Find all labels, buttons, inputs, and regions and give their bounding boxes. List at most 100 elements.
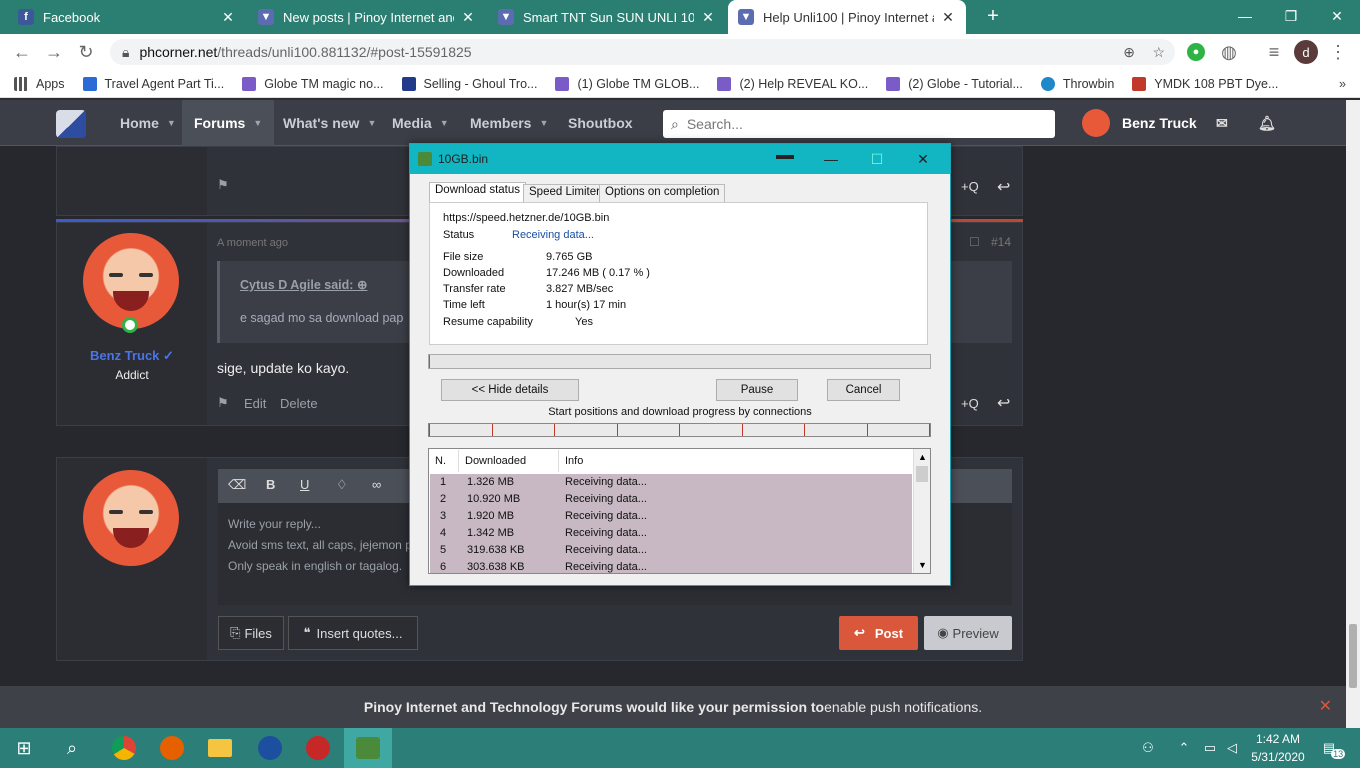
bookmark-item[interactable]: Travel Agent Part Ti... <box>82 76 224 91</box>
bold-icon[interactable]: B <box>266 477 275 492</box>
minimize-button[interactable]: — <box>1222 0 1268 32</box>
report-icon[interactable]: ⚑ <box>217 177 229 193</box>
close-icon[interactable]: ✕ <box>1319 696 1332 716</box>
quote-multi-button[interactable]: +Q <box>961 396 979 411</box>
idm-taskbar-icon[interactable] <box>344 728 392 768</box>
nav-shoutbox[interactable]: Shoutbox <box>556 100 645 146</box>
extension-globe-icon[interactable]: ◍ <box>1217 40 1241 64</box>
column-header-n[interactable]: N. <box>429 450 459 472</box>
connection-row[interactable]: 1 1.326 MB Receiving data... <box>430 474 912 491</box>
connection-row[interactable]: 6 303.638 KB Receiving data... <box>430 559 912 573</box>
scroll-down-icon[interactable]: ▼ <box>914 557 930 573</box>
color-drop-icon[interactable]: ♢ <box>336 477 348 493</box>
close-tab-icon[interactable]: ✕ <box>700 9 716 26</box>
preview-button[interactable]: ◉ Preview <box>924 616 1012 650</box>
chrome-icon[interactable] <box>100 728 148 768</box>
bookmark-item[interactable]: Globe TM magic no... <box>242 76 384 91</box>
page-scrollbar[interactable] <box>1346 100 1360 728</box>
hide-details-button[interactable]: << Hide details <box>441 379 579 401</box>
post-reply-button[interactable]: ↩ Post <box>839 616 918 650</box>
minimize-button[interactable]: — <box>808 144 854 174</box>
reply-icon[interactable]: ↩ <box>997 177 1010 197</box>
nav-home[interactable]: Home ▼ <box>108 100 188 146</box>
nav-media[interactable]: Media ▼ <box>380 100 461 146</box>
close-tab-icon[interactable]: ✕ <box>220 9 236 26</box>
author-name[interactable]: Benz Truck ✓ <box>57 348 207 364</box>
tab-facebook[interactable]: f Facebook ✕ <box>8 0 246 34</box>
close-tab-icon[interactable]: ✕ <box>940 9 956 26</box>
forward-icon[interactable]: → <box>42 40 66 64</box>
scroll-up-icon[interactable]: ▲ <box>914 449 930 465</box>
media-control-icon[interactable]: ≡ <box>1262 40 1286 64</box>
link-icon[interactable]: ∞ <box>372 477 381 492</box>
report-icon[interactable]: ⚑ <box>217 395 229 411</box>
bookmark-apps[interactable]: Apps <box>14 76 65 91</box>
back-icon[interactable]: ← <box>10 40 34 64</box>
tab-smart-tnt[interactable]: ▼ Smart TNT Sun SUN UNLI 100, EI ✕ <box>488 0 726 34</box>
close-button[interactable]: ✕ <box>900 144 946 174</box>
bookmark-item[interactable]: (1) Globe TM GLOB... <box>555 76 699 91</box>
post-number[interactable]: #14 <box>991 235 1011 249</box>
nav-forums[interactable]: Forums ▼ <box>182 100 275 146</box>
windows-start-icon[interactable]: ⊞ <box>0 728 48 768</box>
bookmark-item[interactable]: (2) Help REVEAL KO... <box>717 76 868 91</box>
delete-link[interactable]: Delete <box>280 396 318 411</box>
quote-author[interactable]: Cytus D Agile said: ⊕ <box>240 277 367 292</box>
bookmark-star-icon[interactable]: ☆ <box>1152 44 1165 61</box>
post-time[interactable]: A moment ago <box>217 237 288 249</box>
insert-quotes-button[interactable]: ❝ Insert quotes... <box>288 616 418 650</box>
connection-row[interactable]: 5 319.638 KB Receiving data... <box>430 542 912 559</box>
action-center-icon[interactable]: ▤ 13 <box>1310 728 1358 768</box>
new-tab-button[interactable]: + <box>970 0 1016 32</box>
garena-icon[interactable] <box>294 728 342 768</box>
eraser-icon[interactable]: ⌫ <box>228 477 246 493</box>
tab-help-unli100[interactable]: ▼ Help Unli100 | Pinoy Internet and ✕ <box>728 0 966 34</box>
search-icon[interactable]: ⌕ <box>48 728 96 768</box>
scrollbar-thumb[interactable] <box>1349 624 1357 688</box>
file-explorer-icon[interactable] <box>196 728 244 768</box>
firefox-icon[interactable] <box>148 728 196 768</box>
quote-multi-button[interactable]: +Q <box>961 179 979 194</box>
inbox-icon[interactable]: ✉ <box>1204 100 1240 146</box>
tab-speed-limiter[interactable]: Speed Limiter <box>523 184 606 202</box>
author-avatar[interactable] <box>83 233 179 329</box>
bookmark-icon[interactable]: ☐ <box>969 235 980 249</box>
scrollbar-thumb[interactable] <box>916 466 928 482</box>
tab-options-on-completion[interactable]: Options on completion <box>599 184 726 202</box>
menu-icon[interactable]: ⋮ <box>1326 40 1350 64</box>
connection-row[interactable]: 4 1.342 MB Receiving data... <box>430 525 912 542</box>
search-input[interactable]: ⌕ Search... <box>663 110 1055 138</box>
user-menu[interactable]: Benz Truck <box>1110 100 1209 146</box>
pause-button[interactable]: Pause <box>716 379 798 401</box>
column-header-downloaded[interactable]: Downloaded <box>459 450 559 472</box>
idm-title-bar[interactable]: 10GB.bin — ☐ ✕ <box>410 144 950 174</box>
reload-icon[interactable]: ↻ <box>74 40 98 64</box>
reply-icon[interactable]: ↩ <box>997 393 1010 413</box>
tab-new-posts[interactable]: ▼ New posts | Pinoy Internet and Te ✕ <box>248 0 486 34</box>
address-bar[interactable]: 🔒︎ phcorner.net/threads/unli100.881132/#… <box>110 39 1175 65</box>
cancel-button[interactable]: Cancel <box>827 379 900 401</box>
add-icon[interactable]: ⊕ <box>1123 44 1135 61</box>
tab-download-status[interactable]: Download status <box>429 182 527 203</box>
bell-icon[interactable]: 🔔︎ <box>1246 100 1288 146</box>
bookmark-item[interactable]: Throwbin <box>1040 76 1114 91</box>
kpf-app-icon[interactable] <box>246 728 294 768</box>
list-scrollbar[interactable]: ▲ ▼ <box>913 449 930 573</box>
site-logo[interactable] <box>56 110 86 138</box>
underline-icon[interactable]: U <box>300 477 309 492</box>
bookmark-item[interactable]: YMDK 108 PBT Dye... <box>1132 76 1278 91</box>
nav-whats-new[interactable]: What's new ▼ <box>271 100 388 146</box>
attach-files-button[interactable]: ⎘ Files <box>218 616 284 650</box>
connection-row[interactable]: 2 10.920 MB Receiving data... <box>430 491 912 508</box>
profile-avatar[interactable]: d <box>1294 40 1318 64</box>
enable-push-link[interactable]: enable push notifications. <box>824 699 982 715</box>
close-tab-icon[interactable]: ✕ <box>460 9 476 26</box>
bookmark-item[interactable]: (2) Globe - Tutorial... <box>886 76 1023 91</box>
user-avatar[interactable] <box>1082 109 1110 137</box>
clock[interactable]: 1:42 AM 5/31/2020 <box>1245 732 1311 764</box>
connection-row[interactable]: 3 1.920 MB Receiving data... <box>430 508 912 525</box>
extension-icon[interactable]: ● <box>1187 43 1205 61</box>
restore-button[interactable]: ❐ <box>1268 0 1314 32</box>
edit-link[interactable]: Edit <box>244 396 266 411</box>
column-header-info[interactable]: Info <box>559 450 911 472</box>
